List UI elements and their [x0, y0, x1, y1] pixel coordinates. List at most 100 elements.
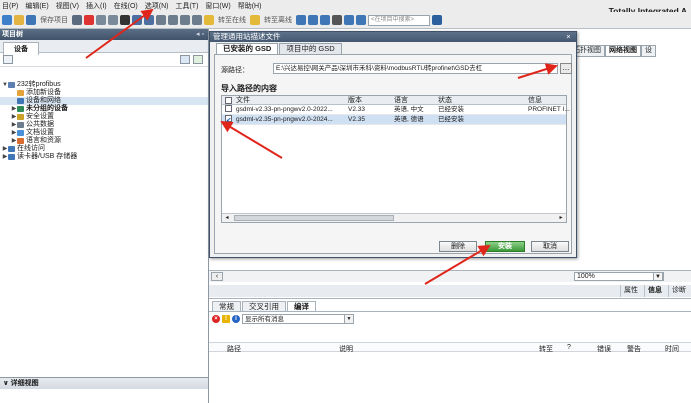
col-time[interactable]: 时间	[665, 344, 679, 354]
detail-view-header[interactable]: ∨ 详细视图	[0, 377, 208, 389]
select-all-checkbox[interactable]	[225, 97, 232, 104]
tree-item[interactable]: ▶ 文档设置	[0, 129, 208, 137]
tab-diagnostics[interactable]: 诊断	[668, 285, 689, 297]
paste-icon[interactable]	[108, 15, 118, 25]
cut-icon[interactable]	[84, 15, 94, 25]
delete-button[interactable]: 删除	[439, 241, 477, 252]
project-tree-panel: 项目树 ◂ ▫ 设备 ▼ 232转profibus 添加新设备 设备和网络 ▶ 未分组的设…	[0, 29, 209, 403]
col-language[interactable]: 语言	[394, 96, 408, 105]
col-description[interactable]: 说明	[339, 344, 353, 354]
source-path-input[interactable]: E:\兴达易控\网关产品\深圳市禾科\资料\modbusRTU转profinet…	[273, 63, 558, 74]
error-filter-icon[interactable]: ×	[212, 315, 220, 323]
save-icon[interactable]	[26, 15, 36, 25]
col-question[interactable]: ?	[567, 344, 571, 351]
menu-item[interactable]: 窗口(W)	[205, 1, 230, 11]
start-cpu-icon[interactable]	[308, 15, 318, 25]
tree-item[interactable]: ▶ 安全设置	[0, 113, 208, 121]
menu-item[interactable]: 帮助(H)	[238, 1, 262, 11]
split-horizontal-icon[interactable]	[344, 15, 354, 25]
menu-item[interactable]: 在线(O)	[114, 1, 138, 11]
col-status[interactable]: 状态	[438, 96, 452, 105]
tab-general[interactable]: 常规	[212, 301, 241, 311]
warning-filter-icon[interactable]: !	[222, 315, 230, 323]
gsd-row-checkbox[interactable]: ✔	[225, 115, 232, 124]
cell-status: 已经安装	[438, 106, 464, 113]
scroll-left-icon[interactable]: ‹	[211, 272, 223, 281]
copy-icon[interactable]	[96, 15, 106, 25]
cancel-button[interactable]: 取消	[531, 241, 569, 252]
tree-item[interactable]: ▶ 在线访问	[0, 145, 208, 153]
save-project-button[interactable]: 保存项目	[40, 15, 68, 25]
table-view-icon[interactable]	[180, 55, 190, 64]
col-file[interactable]: 文件	[236, 96, 250, 105]
close-icon[interactable]: ×	[564, 32, 573, 42]
tree-settings-icon[interactable]	[3, 55, 13, 64]
new-project-icon[interactable]	[2, 15, 12, 25]
tab-cross-references[interactable]: 交叉引用	[242, 301, 286, 311]
print-icon[interactable]	[72, 15, 82, 25]
menu-item[interactable]: 视图(V)	[56, 1, 79, 11]
install-button[interactable]: 安装	[485, 241, 525, 252]
tree-item[interactable]: ▼ 232转profibus	[0, 81, 208, 89]
tab-network-view[interactable]: 网络视图	[605, 45, 641, 57]
tree-item[interactable]: ▶ 读卡器/USB 存储器	[0, 153, 208, 161]
table-row[interactable]: ✔ gsdml-v2.35-pn-pngwv2.0-2024... V2.35 英语,…	[222, 115, 566, 125]
col-path[interactable]: 路径	[227, 344, 241, 354]
project-search-input[interactable]: <在项目中搜索>	[368, 14, 430, 26]
go-online-icon[interactable]	[204, 15, 214, 25]
scrollbar-thumb[interactable]	[234, 215, 394, 221]
go-offline-button[interactable]: 转至离线	[264, 15, 292, 25]
horizontal-scrollbar[interactable]: ◂ ▸	[222, 213, 566, 222]
zoom-select[interactable]: 100%	[574, 272, 664, 281]
accessible-devices-icon[interactable]	[296, 15, 306, 25]
col-info[interactable]: 信息	[528, 96, 542, 105]
tab-info[interactable]: 信息	[644, 285, 665, 297]
col-warnings[interactable]: 警告	[627, 344, 641, 354]
tab-project-gsd[interactable]: 项目中的 GSD	[279, 43, 342, 54]
search-icon[interactable]	[432, 15, 442, 25]
tab-properties[interactable]: 属性	[620, 285, 641, 297]
info-filter-icon[interactable]: i	[232, 315, 240, 323]
menu-item[interactable]: 编辑(E)	[25, 1, 48, 11]
scroll-left-icon[interactable]: ◂	[222, 214, 232, 222]
close-x-icon[interactable]	[332, 15, 342, 25]
table-row[interactable]: gsdml-v2.33-pn-pngwv2.0-2022... V2.33 英语, …	[222, 105, 570, 115]
tab-compile[interactable]: 编译	[287, 301, 316, 311]
go-offline-icon[interactable]	[250, 15, 260, 25]
tree-item[interactable]: ▶ 未分组的设备	[0, 105, 208, 113]
menu-item[interactable]: 插入(I)	[86, 1, 107, 11]
tab-installed-gsd[interactable]: 已安装的 GSD	[216, 43, 279, 54]
tree-node-icon	[8, 154, 15, 160]
message-table-header: 路径 说明 转至 ? 错误 警告 时间	[209, 342, 691, 354]
download-icon[interactable]	[168, 15, 178, 25]
simulation-icon[interactable]	[192, 15, 202, 25]
go-online-button[interactable]: 转至在线	[218, 15, 246, 25]
delete-icon[interactable]	[120, 15, 130, 25]
open-project-icon[interactable]	[14, 15, 24, 25]
stop-cpu-icon[interactable]	[320, 15, 330, 25]
chevron-down-icon[interactable]: ▼	[653, 272, 663, 281]
gsd-table-header: 文件 版本 语言 状态 信息	[222, 96, 566, 105]
menu-item[interactable]: 选项(N)	[145, 1, 169, 11]
browse-button[interactable]: ...	[560, 63, 572, 74]
split-vertical-icon[interactable]	[356, 15, 366, 25]
redo-icon[interactable]	[144, 15, 154, 25]
compile-icon[interactable]	[156, 15, 166, 25]
upload-icon[interactable]	[180, 15, 190, 25]
undo-icon[interactable]	[132, 15, 142, 25]
col-goto[interactable]: 转至	[539, 344, 553, 354]
tree-item[interactable]: ▶ 语言和资源	[0, 137, 208, 145]
tree-item[interactable]: 添加新设备	[0, 89, 208, 97]
tree-item[interactable]: 设备和网络	[0, 97, 208, 105]
tab-device-view[interactable]: 设	[641, 45, 656, 57]
tree-item[interactable]: ▶ 公共数据	[0, 121, 208, 129]
gsd-row-checkbox[interactable]	[225, 105, 232, 112]
col-version[interactable]: 版本	[348, 96, 362, 105]
tree-sync-icon[interactable]	[193, 55, 203, 64]
collapse-panel-icon[interactable]: ◂ ▫	[196, 29, 204, 40]
col-errors[interactable]: 错误	[597, 344, 611, 354]
menu-item[interactable]: 目(P)	[2, 1, 18, 11]
message-filter-select[interactable]: 显示所有消息 ▼	[242, 314, 354, 324]
scroll-right-icon[interactable]: ▸	[556, 214, 566, 222]
menu-item[interactable]: 工具(T)	[175, 1, 198, 11]
